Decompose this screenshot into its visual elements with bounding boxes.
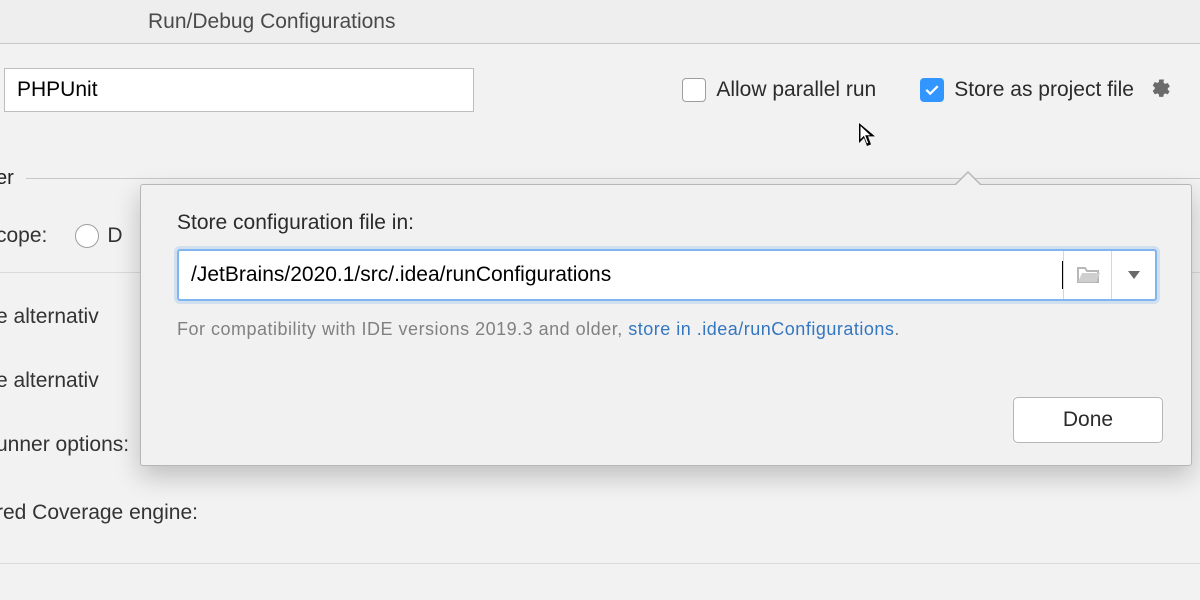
main-surface: Allow parallel run Store as project file… bbox=[0, 44, 1200, 600]
section-divider bbox=[26, 178, 1200, 179]
window-title: Run/Debug Configurations bbox=[148, 10, 396, 34]
coverage-engine-label-fragment: red Coverage engine: bbox=[0, 501, 198, 525]
path-history-dropdown[interactable] bbox=[1111, 251, 1155, 299]
checkbox-box bbox=[920, 78, 944, 102]
scope-radio[interactable] bbox=[75, 224, 99, 248]
checkbox-box bbox=[682, 78, 706, 102]
runner-options-label-fragment: unner options: bbox=[0, 433, 129, 457]
chevron-down-icon bbox=[1128, 271, 1140, 279]
allow-parallel-checkbox[interactable]: Allow parallel run bbox=[682, 78, 876, 102]
done-button[interactable]: Done bbox=[1013, 397, 1163, 443]
hint-text-prefix: For compatibility with IDE versions 2019… bbox=[177, 319, 628, 339]
done-button-label: Done bbox=[1063, 408, 1113, 432]
store-path-input[interactable] bbox=[179, 251, 1068, 299]
store-path-field[interactable] bbox=[177, 249, 1157, 301]
config-name-input[interactable] bbox=[4, 68, 474, 112]
popover-arrow bbox=[954, 171, 982, 185]
store-location-popover: Store configuration file in: For compati… bbox=[140, 184, 1192, 466]
mouse-cursor-icon bbox=[857, 122, 879, 156]
popover-title: Store configuration file in: bbox=[177, 211, 1157, 235]
alternative-label-fragment-1: e alternativ bbox=[0, 305, 99, 329]
allow-parallel-label: Allow parallel run bbox=[716, 78, 876, 102]
store-as-project-file-label: Store as project file bbox=[954, 78, 1134, 102]
gear-icon[interactable] bbox=[1148, 77, 1174, 103]
alternative-label-fragment-2: e alternativ bbox=[0, 369, 99, 393]
store-as-project-file-checkbox[interactable]: Store as project file bbox=[920, 78, 1134, 102]
titlebar: Run/Debug Configurations bbox=[0, 0, 1200, 44]
section-label-fragment: er bbox=[0, 167, 14, 190]
hint-link[interactable]: store in .idea/runConfigurations bbox=[628, 319, 894, 339]
scope-option-fragment: D bbox=[107, 224, 122, 248]
hint-text-suffix: . bbox=[894, 319, 900, 339]
browse-folder-button[interactable] bbox=[1063, 251, 1111, 299]
popover-hint: For compatibility with IDE versions 2019… bbox=[177, 319, 1157, 340]
scope-label-fragment: cope: bbox=[0, 224, 47, 248]
